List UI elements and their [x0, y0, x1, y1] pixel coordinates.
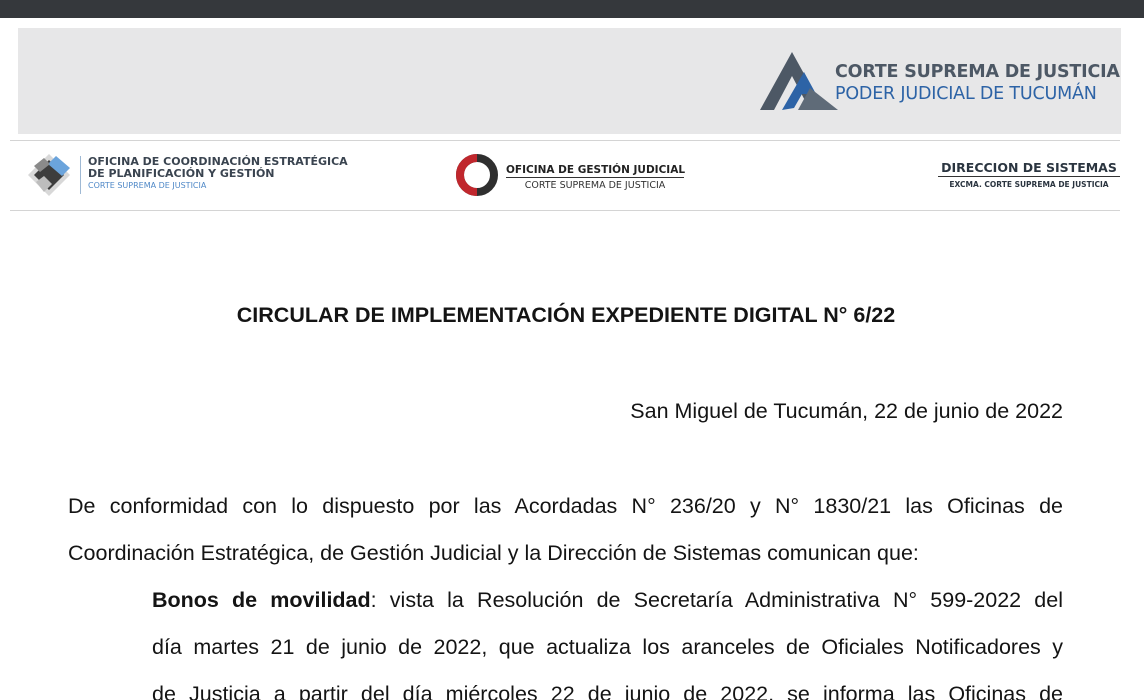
office-logos-row: OFICINA DE COORDINACIÓN ESTRATÉGICA DE P…	[0, 146, 1144, 208]
item-line-2: día martes 21 de junio de 2022, que actu…	[152, 635, 1063, 659]
corte-suprema-wordmark: CORTE SUPREMA DE JUSTICIA PODER JUDICIAL…	[835, 62, 1120, 104]
ocep-separator	[80, 156, 81, 194]
header-banner: CORTE SUPREMA DE JUSTICIA PODER JUDICIAL…	[18, 28, 1121, 134]
window-top-bar	[0, 0, 1144, 18]
ocep-line3: CORTE SUPREMA DE JUSTICIA	[88, 181, 207, 190]
header-divider-bottom	[10, 210, 1120, 211]
document-date: San Miguel de Tucumán, 22 de junio de 20…	[630, 399, 1063, 423]
circular-title: CIRCULAR DE IMPLEMENTACIÓN EXPEDIENTE DI…	[236, 303, 896, 327]
ds-title: DIRECCION DE SISTEMAS	[938, 160, 1120, 177]
ogj-ring-logo-icon	[455, 154, 498, 196]
item-line-1: Bonos de movilidad: vista la Resolución …	[152, 577, 1063, 624]
ogj-subtitle: CORTE SUPREMA DE JUSTICIA	[524, 180, 666, 191]
csj-subtitle: PODER JUDICIAL DE TUCUMÁN	[835, 84, 1097, 104]
ogj-wordmark: OFICINA DE GESTIÓN JUDICIAL CORTE SUPREM…	[506, 164, 686, 191]
item-heading: Bonos de movilidad	[152, 588, 371, 612]
ds-subtitle: EXCMA. CORTE SUPREMA DE JUSTICIA	[949, 180, 1109, 189]
intro-line-2: Coordinación Estratégica, de Gestión Jud…	[68, 541, 919, 565]
item-line-3: de Justicia a partir del día miércoles 2…	[152, 682, 1063, 700]
header-divider-top	[10, 140, 1120, 141]
ocep-line2: DE PLANIFICACIÓN Y GESTIÓN	[88, 167, 275, 180]
csj-title: CORTE SUPREMA DE JUSTICIA	[835, 62, 1120, 82]
ocep-diamond-logo-icon	[28, 154, 70, 196]
ocep-wordmark: OFICINA DE COORDINACIÓN ESTRATÉGICA DE P…	[88, 156, 348, 192]
intro-line-1: De conformidad con lo dispuesto por las …	[68, 494, 1063, 518]
direccion-sistemas-wordmark: DIRECCION DE SISTEMAS EXCMA. CORTE SUPRE…	[938, 160, 1120, 189]
corte-suprema-logo-icon	[760, 52, 838, 110]
ogj-title: OFICINA DE GESTIÓN JUDICIAL	[506, 164, 686, 178]
item-line-1-text: : vista la Resolución de Secretaría Admi…	[370, 588, 1063, 612]
